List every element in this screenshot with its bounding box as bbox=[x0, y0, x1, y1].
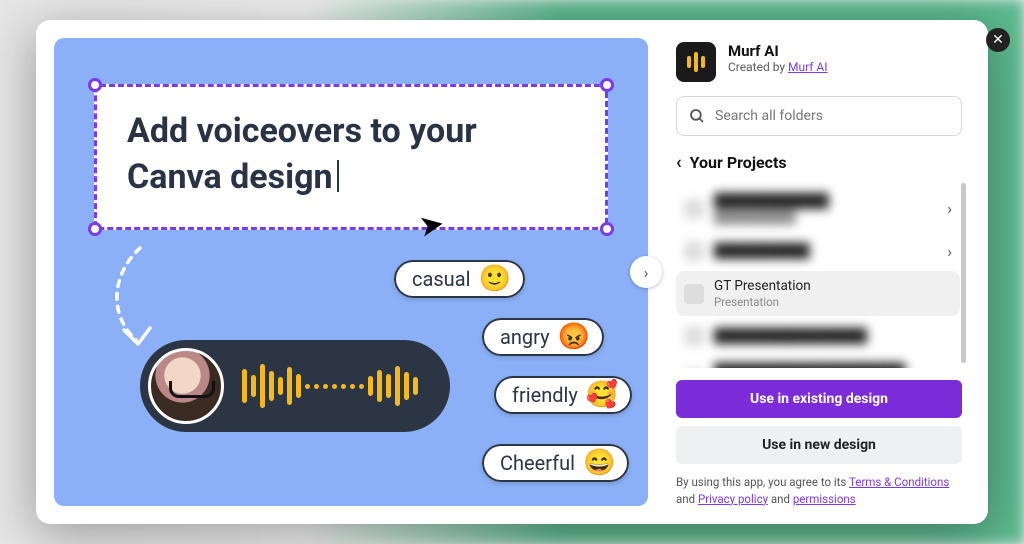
project-thumb bbox=[684, 326, 704, 346]
back-button[interactable]: ‹ bbox=[676, 152, 682, 173]
tone-tag-angry: angry😡 bbox=[482, 318, 604, 356]
voice-pill bbox=[140, 340, 450, 432]
resize-handle bbox=[600, 222, 614, 236]
breadcrumb: ‹ Your Projects bbox=[670, 146, 968, 183]
project-row[interactable]: ██████████ › bbox=[676, 234, 960, 268]
chevron-right-icon: › bbox=[947, 242, 952, 261]
project-row[interactable]: GT PresentationPresentation bbox=[676, 271, 960, 316]
legal-text: By using this app, you agree to its Term… bbox=[676, 474, 962, 509]
app-logo-icon bbox=[676, 42, 716, 82]
search-input[interactable] bbox=[676, 96, 962, 136]
permissions-link[interactable]: permissions bbox=[793, 492, 856, 506]
project-title: ██████████ bbox=[714, 243, 937, 259]
use-existing-button[interactable]: Use in existing design bbox=[676, 380, 962, 418]
app-header: Murf AI Created by Murf AI bbox=[670, 42, 968, 96]
app-modal: Add voiceovers to your Canva design ➤ bbox=[36, 20, 988, 524]
use-new-button[interactable]: Use in new design bbox=[676, 426, 962, 464]
headline-text: Add voiceovers to your Canva design bbox=[127, 109, 575, 201]
creator-link[interactable]: Murf AI bbox=[788, 60, 828, 74]
tone-tag-cheerful: Cheerful😄 bbox=[482, 444, 629, 482]
project-thumb bbox=[684, 241, 704, 261]
project-row[interactable]: ████████████████ bbox=[676, 319, 960, 353]
project-subtitle: ██████████ bbox=[714, 210, 937, 224]
app-subtitle: Created by Murf AI bbox=[728, 60, 828, 74]
speaker-avatar bbox=[148, 348, 224, 424]
terms-link[interactable]: Terms & Conditions bbox=[849, 475, 949, 489]
project-title: ████████████████ bbox=[714, 328, 952, 344]
emoji-icon: 🙂 bbox=[478, 266, 510, 292]
emoji-icon: 🥰 bbox=[586, 382, 618, 408]
search-field bbox=[676, 96, 962, 136]
close-button[interactable]: ✕ bbox=[986, 28, 1010, 52]
chevron-right-icon: › bbox=[947, 199, 952, 218]
app-title: Murf AI bbox=[728, 42, 828, 60]
search-icon bbox=[688, 107, 706, 129]
project-title: ████████████████████ bbox=[714, 363, 952, 368]
breadcrumb-title: Your Projects bbox=[690, 153, 787, 172]
project-list[interactable]: ██████████████████████›██████████›GT Pre… bbox=[670, 183, 966, 368]
privacy-link[interactable]: Privacy policy bbox=[698, 492, 768, 506]
project-title: GT Presentation bbox=[714, 278, 952, 294]
emoji-icon: 😡 bbox=[558, 324, 590, 350]
project-thumb bbox=[684, 199, 704, 219]
tone-tag-casual: casual🙂 bbox=[394, 260, 525, 298]
action-buttons: Use in existing design Use in new design bbox=[676, 380, 962, 464]
preview-slide: Add voiceovers to your Canva design ➤ bbox=[54, 38, 648, 506]
arrow-doodle bbox=[106, 244, 176, 354]
waveform-icon bbox=[242, 364, 418, 408]
project-title: ████████████ bbox=[714, 193, 937, 209]
project-subtitle: Presentation bbox=[714, 295, 952, 309]
carousel-next-button[interactable]: › bbox=[630, 256, 662, 288]
project-row[interactable]: ██████████████████████ › bbox=[676, 186, 960, 231]
project-thumb bbox=[684, 284, 704, 304]
headline-textbox: Add voiceovers to your Canva design bbox=[94, 84, 608, 230]
resize-handle bbox=[88, 222, 102, 236]
app-panel: Murf AI Created by Murf AI ‹ Your Projec… bbox=[666, 20, 988, 524]
resize-handle bbox=[600, 78, 614, 92]
tone-tag-friendly: friendly🥰 bbox=[494, 376, 632, 414]
project-row[interactable]: ████████████████████████████████ bbox=[676, 356, 960, 368]
preview-pane: Add voiceovers to your Canva design ➤ bbox=[36, 20, 666, 524]
resize-handle bbox=[88, 78, 102, 92]
emoji-icon: 😄 bbox=[583, 450, 615, 476]
